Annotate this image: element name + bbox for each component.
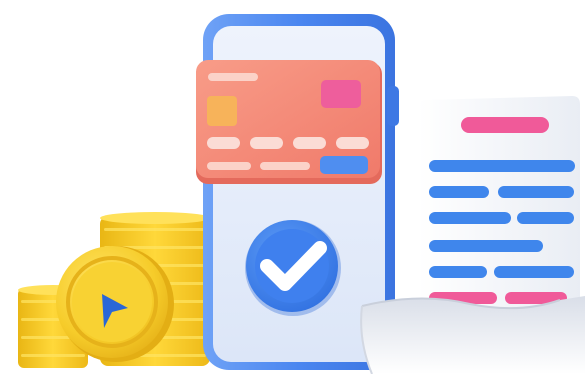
payment-illustration: [0, 0, 585, 374]
credit-card-icon: [196, 60, 382, 184]
checkmark-badge-icon: [245, 220, 341, 316]
